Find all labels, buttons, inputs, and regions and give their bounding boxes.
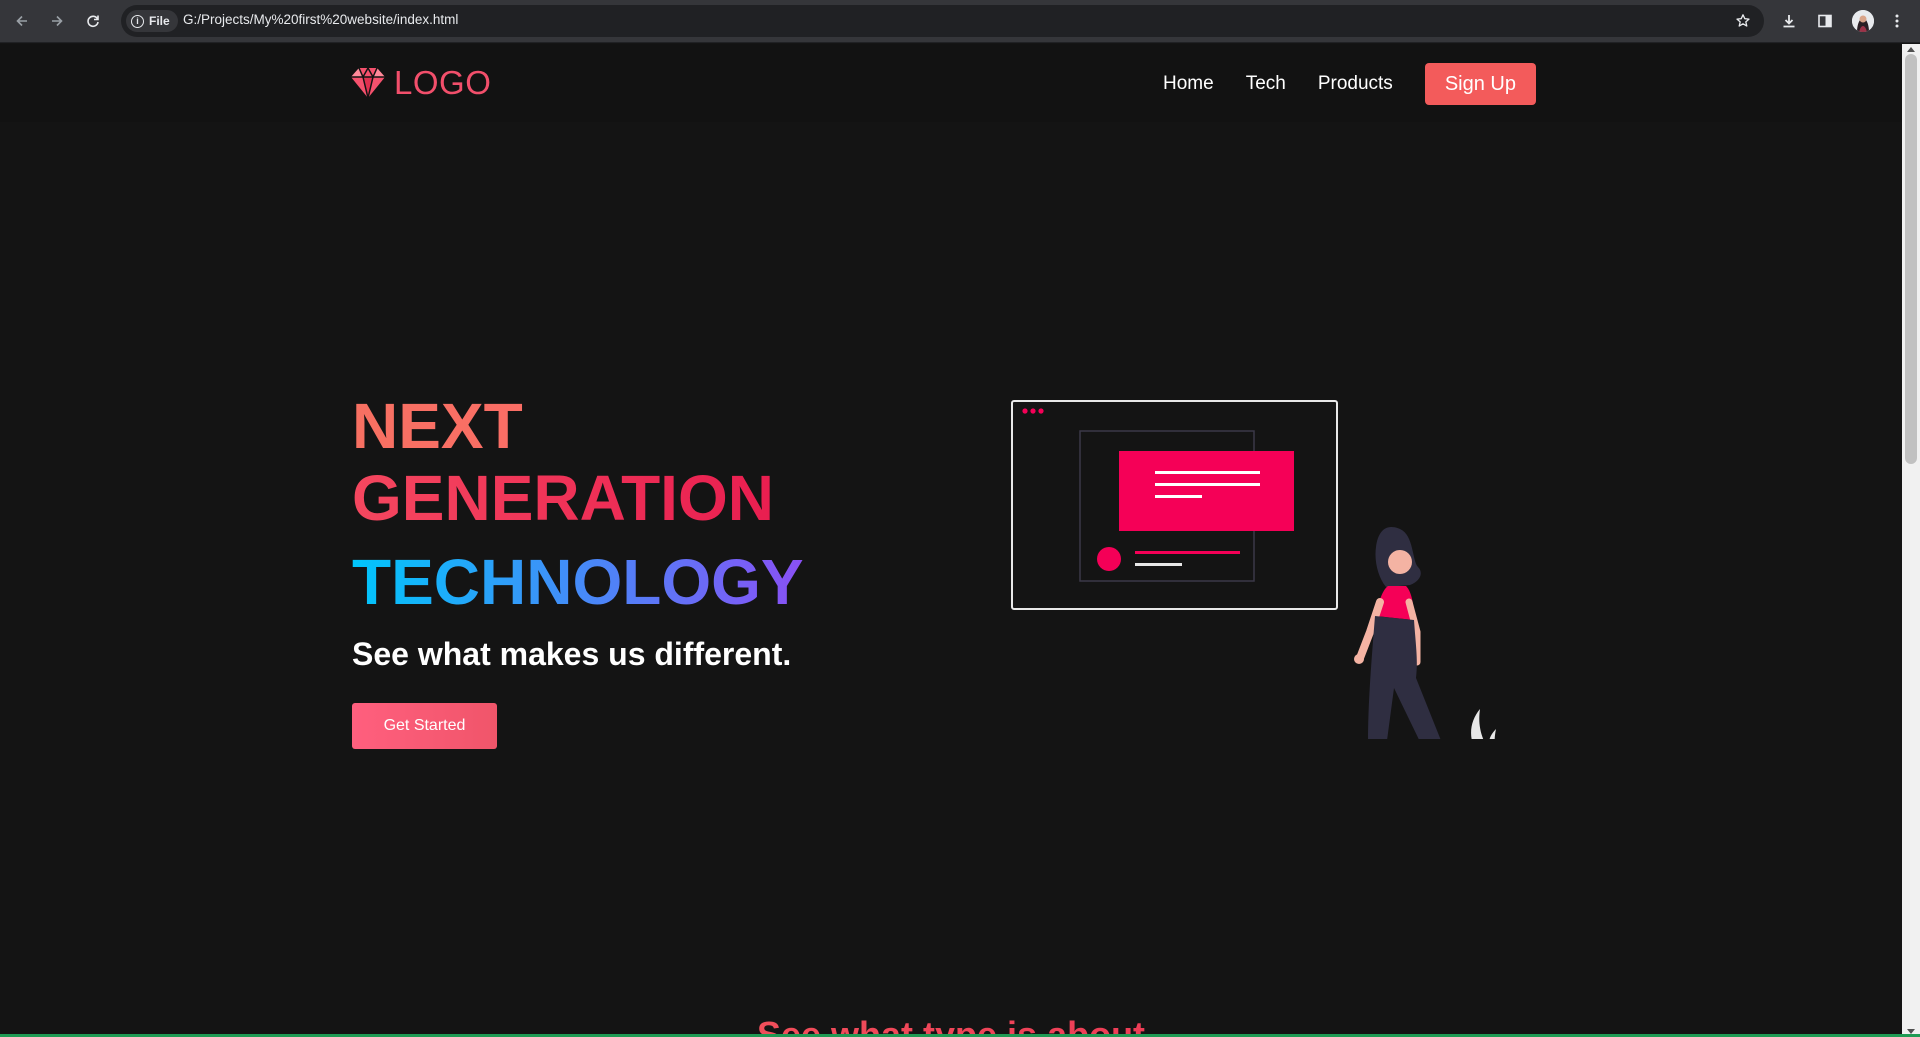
get-started-button[interactable]: Get Started	[352, 703, 497, 749]
hero-tagline: See what makes us different.	[352, 636, 792, 672]
scrollbar-thumb[interactable]	[1905, 54, 1917, 464]
site-info-chip[interactable]: i File	[126, 10, 178, 32]
download-icon	[1783, 15, 1795, 28]
avatar[interactable]	[1852, 10, 1874, 32]
hero-heading-line3: TECHNOLOGY	[352, 546, 804, 618]
info-icon: i	[131, 14, 144, 28]
star-icon	[1736, 14, 1750, 27]
woman-presenting-illustration	[1011, 400, 1500, 754]
file-label: File	[149, 14, 170, 28]
signup-button[interactable]: Sign Up	[1424, 63, 1536, 105]
side-panel-button[interactable]	[1812, 8, 1838, 34]
reload-button[interactable]	[80, 8, 106, 34]
address-bar[interactable]: i File G:/Projects/My%20first%20website/…	[121, 5, 1764, 37]
page-viewport: LOGO Home Tech Products Sign Up NEXT GEN…	[0, 44, 1902, 1037]
forward-button[interactable]	[44, 8, 70, 34]
hero-illustration	[1010, 399, 1510, 754]
scrollbar[interactable]	[1902, 44, 1920, 1037]
reload-icon	[87, 15, 99, 28]
nav-link-home[interactable]: Home	[1163, 63, 1214, 105]
hero-text-block: NEXT GENERATION TECHNOLOGY See what make…	[352, 390, 804, 749]
downloads-button[interactable]	[1776, 8, 1802, 34]
scroll-up-icon[interactable]	[1907, 47, 1915, 52]
hero-heading-line1: NEXT	[352, 390, 804, 462]
hero-heading-line2: GENERATION	[352, 462, 804, 534]
nav-link-products[interactable]: Products	[1318, 63, 1393, 105]
profile-picture	[1852, 10, 1874, 32]
site-navbar: LOGO Home Tech Products Sign Up	[0, 44, 1902, 122]
kebab-menu-icon	[1895, 14, 1899, 28]
url-text[interactable]: G:/Projects/My%20first%20website/index.h…	[183, 12, 458, 27]
arrow-left-icon	[16, 15, 27, 27]
bookmark-button[interactable]	[1732, 10, 1754, 32]
logo-text: LOGO	[394, 64, 492, 101]
back-button[interactable]	[9, 8, 35, 34]
diamond-icon	[351, 66, 385, 99]
side-panel-icon	[1818, 14, 1832, 28]
main-menu: Home Tech Products Sign Up	[1163, 63, 1536, 105]
site-logo[interactable]: LOGO	[350, 64, 491, 102]
nav-link-tech[interactable]: Tech	[1246, 63, 1286, 105]
browser-menu-button[interactable]	[1884, 8, 1910, 34]
browser-toolbar: i File G:/Projects/My%20first%20website/…	[0, 0, 1920, 43]
arrow-right-icon	[52, 15, 63, 27]
